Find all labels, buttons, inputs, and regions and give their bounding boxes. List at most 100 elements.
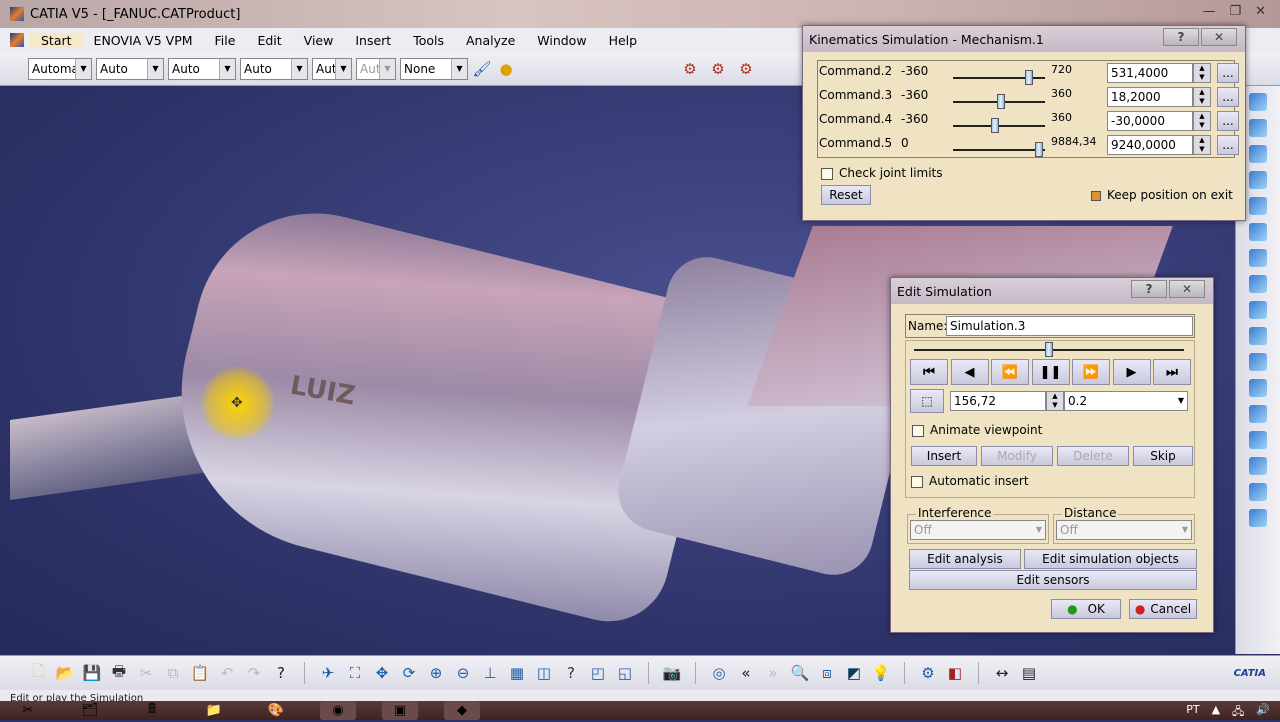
fit-all-icon[interactable]: ⛶ (345, 663, 365, 683)
taskbar-app-icon[interactable]: 🗂 (72, 701, 108, 720)
play-forward-button[interactable]: ▶ (1112, 359, 1151, 385)
taskbar-app-icon[interactable]: 🖩 (134, 701, 170, 720)
help-button[interactable]: ? (1163, 28, 1199, 46)
light-icon[interactable]: 💡 (871, 663, 891, 683)
analysis-icon[interactable]: ⚙ (918, 663, 938, 683)
menu-file[interactable]: File (204, 33, 247, 48)
pause-button[interactable]: ❚❚ (1031, 359, 1070, 385)
slider-thumb[interactable] (997, 94, 1006, 109)
render-style-icon[interactable]: ◱ (615, 663, 635, 683)
whats-this-icon[interactable]: ? (271, 663, 291, 683)
tray-expand-icon[interactable]: ▲ (1212, 703, 1220, 722)
edit-analysis-button[interactable]: Edit analysis (909, 549, 1021, 569)
check-joint-limits-checkbox[interactable]: Check joint limits (821, 166, 943, 180)
keep-position-checkbox[interactable]: Keep position on exit (1091, 188, 1233, 202)
edit-simulation-objects-button[interactable]: Edit simulation objects (1024, 549, 1197, 569)
toolbar-tool-icon[interactable] (1249, 509, 1267, 527)
zoom-out-icon[interactable]: ⊖ (453, 663, 473, 683)
menu-start[interactable]: Start (30, 32, 83, 48)
jump-to-end-button[interactable]: ⏭ (1153, 359, 1191, 385)
simulation-name-input[interactable]: Simulation.3 (946, 316, 1193, 336)
material-icon[interactable]: ◧ (945, 663, 965, 683)
minimize-button[interactable]: — (1202, 4, 1215, 19)
mechanism-icon[interactable]: ⚙ (708, 59, 728, 79)
toolbar-tool-icon[interactable] (1249, 249, 1267, 267)
ok-button[interactable]: ● OK (1051, 599, 1121, 619)
catia-menu-icon[interactable] (10, 33, 24, 47)
menu-view[interactable]: View (293, 33, 345, 48)
command-more-button[interactable]: ... (1217, 63, 1239, 83)
command-spinner[interactable]: ▲ ▼ (1193, 87, 1211, 107)
open-icon[interactable]: 📂 (55, 663, 75, 683)
command-spinner[interactable]: ▲ ▼ (1193, 111, 1211, 131)
timeline-slider[interactable] (914, 342, 1184, 357)
menu-analyze[interactable]: Analyze (455, 33, 526, 48)
capture-icon[interactable]: 📷 (662, 663, 682, 683)
maximize-button[interactable]: ❐ (1229, 4, 1241, 19)
play-backward-button[interactable]: ◀ (950, 359, 989, 385)
close-button[interactable]: ✕ (1255, 4, 1266, 19)
command-slider[interactable] (953, 142, 1045, 157)
menu-window[interactable]: Window (526, 33, 597, 48)
command-value-input[interactable]: 9240,0000 (1107, 135, 1193, 155)
command-spinner[interactable]: ▲ ▼ (1193, 63, 1211, 83)
step-forward-button[interactable]: ⏩ (1072, 359, 1110, 385)
network-icon[interactable]: 🖧 (1232, 703, 1244, 722)
toolbar-tool-icon[interactable] (1249, 405, 1267, 423)
toolbar-tool-icon[interactable] (1249, 119, 1267, 137)
slider-thumb[interactable] (1035, 142, 1044, 157)
menu-tools[interactable]: Tools (402, 33, 455, 48)
simulation-icon[interactable]: ⚙ (680, 59, 700, 79)
step-mode-button[interactable]: ⬚ (910, 389, 944, 413)
toolbar-tool-icon[interactable] (1249, 483, 1267, 501)
toolbar-tool-icon[interactable] (1249, 327, 1267, 345)
magnifier-icon[interactable]: 🔍 (790, 663, 810, 683)
transparency-combo[interactable]: Auto ▼ (96, 57, 164, 80)
reset-button[interactable]: Reset (821, 185, 871, 205)
taskbar-catia-icon[interactable]: ▣ (382, 701, 418, 720)
command-slider[interactable] (953, 70, 1045, 85)
layer-combo[interactable]: None ▼ (400, 57, 468, 80)
kinematics-icon[interactable]: ⚙ (736, 59, 756, 79)
toolbar-tool-icon[interactable] (1249, 171, 1267, 189)
new-icon[interactable]: 🗋 (28, 662, 48, 683)
toolbar-tool-icon[interactable] (1249, 197, 1267, 215)
slider-thumb[interactable] (991, 118, 1000, 133)
command-value-input[interactable]: 18,2000 (1107, 87, 1193, 107)
target-icon[interactable]: ◎ (709, 663, 729, 683)
command-more-button[interactable]: ... (1217, 87, 1239, 107)
menu-help[interactable]: Help (598, 33, 649, 48)
toolbar-tool-icon[interactable] (1249, 93, 1267, 111)
toolbar-tool-icon[interactable] (1249, 145, 1267, 163)
skip-button[interactable]: Skip (1133, 446, 1193, 466)
swap-visible-icon[interactable]: ◰ (588, 663, 608, 683)
command-slider[interactable] (953, 118, 1045, 133)
toolbar-tool-icon[interactable] (1249, 301, 1267, 319)
command-more-button[interactable]: ... (1217, 135, 1239, 155)
pan-icon[interactable]: ✥ (372, 663, 392, 683)
language-indicator[interactable]: PT (1186, 703, 1199, 722)
cancel-button[interactable]: ● Cancel (1129, 599, 1197, 619)
print-icon[interactable]: 🖶 (109, 662, 129, 683)
section-icon[interactable]: ◩ (844, 663, 864, 683)
normal-view-icon[interactable]: ⊥ (480, 663, 500, 683)
automatic-insert-checkbox[interactable]: Automatic insert (911, 474, 1029, 488)
close-button[interactable]: ✕ (1201, 28, 1237, 46)
step-backward-button[interactable]: ⏪ (991, 359, 1029, 385)
toolbar-tool-icon[interactable] (1249, 275, 1267, 293)
material-sphere-icon[interactable]: ● (496, 59, 516, 79)
fill-color-combo[interactable]: Automa ▼ (28, 57, 92, 80)
clash-icon[interactable]: ⧈ (817, 663, 837, 683)
help-button[interactable]: ? (1131, 280, 1167, 298)
close-button[interactable]: ✕ (1169, 280, 1205, 298)
toolbar-tool-icon[interactable] (1249, 457, 1267, 475)
iso-view-icon[interactable]: ◫ (534, 663, 554, 683)
rotate-icon[interactable]: ⟳ (399, 663, 419, 683)
command-more-button[interactable]: ... (1217, 111, 1239, 131)
volume-icon[interactable]: 🔊 (1256, 703, 1270, 722)
line-type-combo[interactable]: Auto ▼ (240, 57, 308, 80)
taskbar-app-icon[interactable]: ◆ (444, 701, 480, 720)
slider-thumb[interactable] (1045, 342, 1053, 357)
interval-select[interactable]: 0.2 ▼ (1064, 391, 1188, 411)
save-icon[interactable]: 💾 (82, 663, 102, 683)
